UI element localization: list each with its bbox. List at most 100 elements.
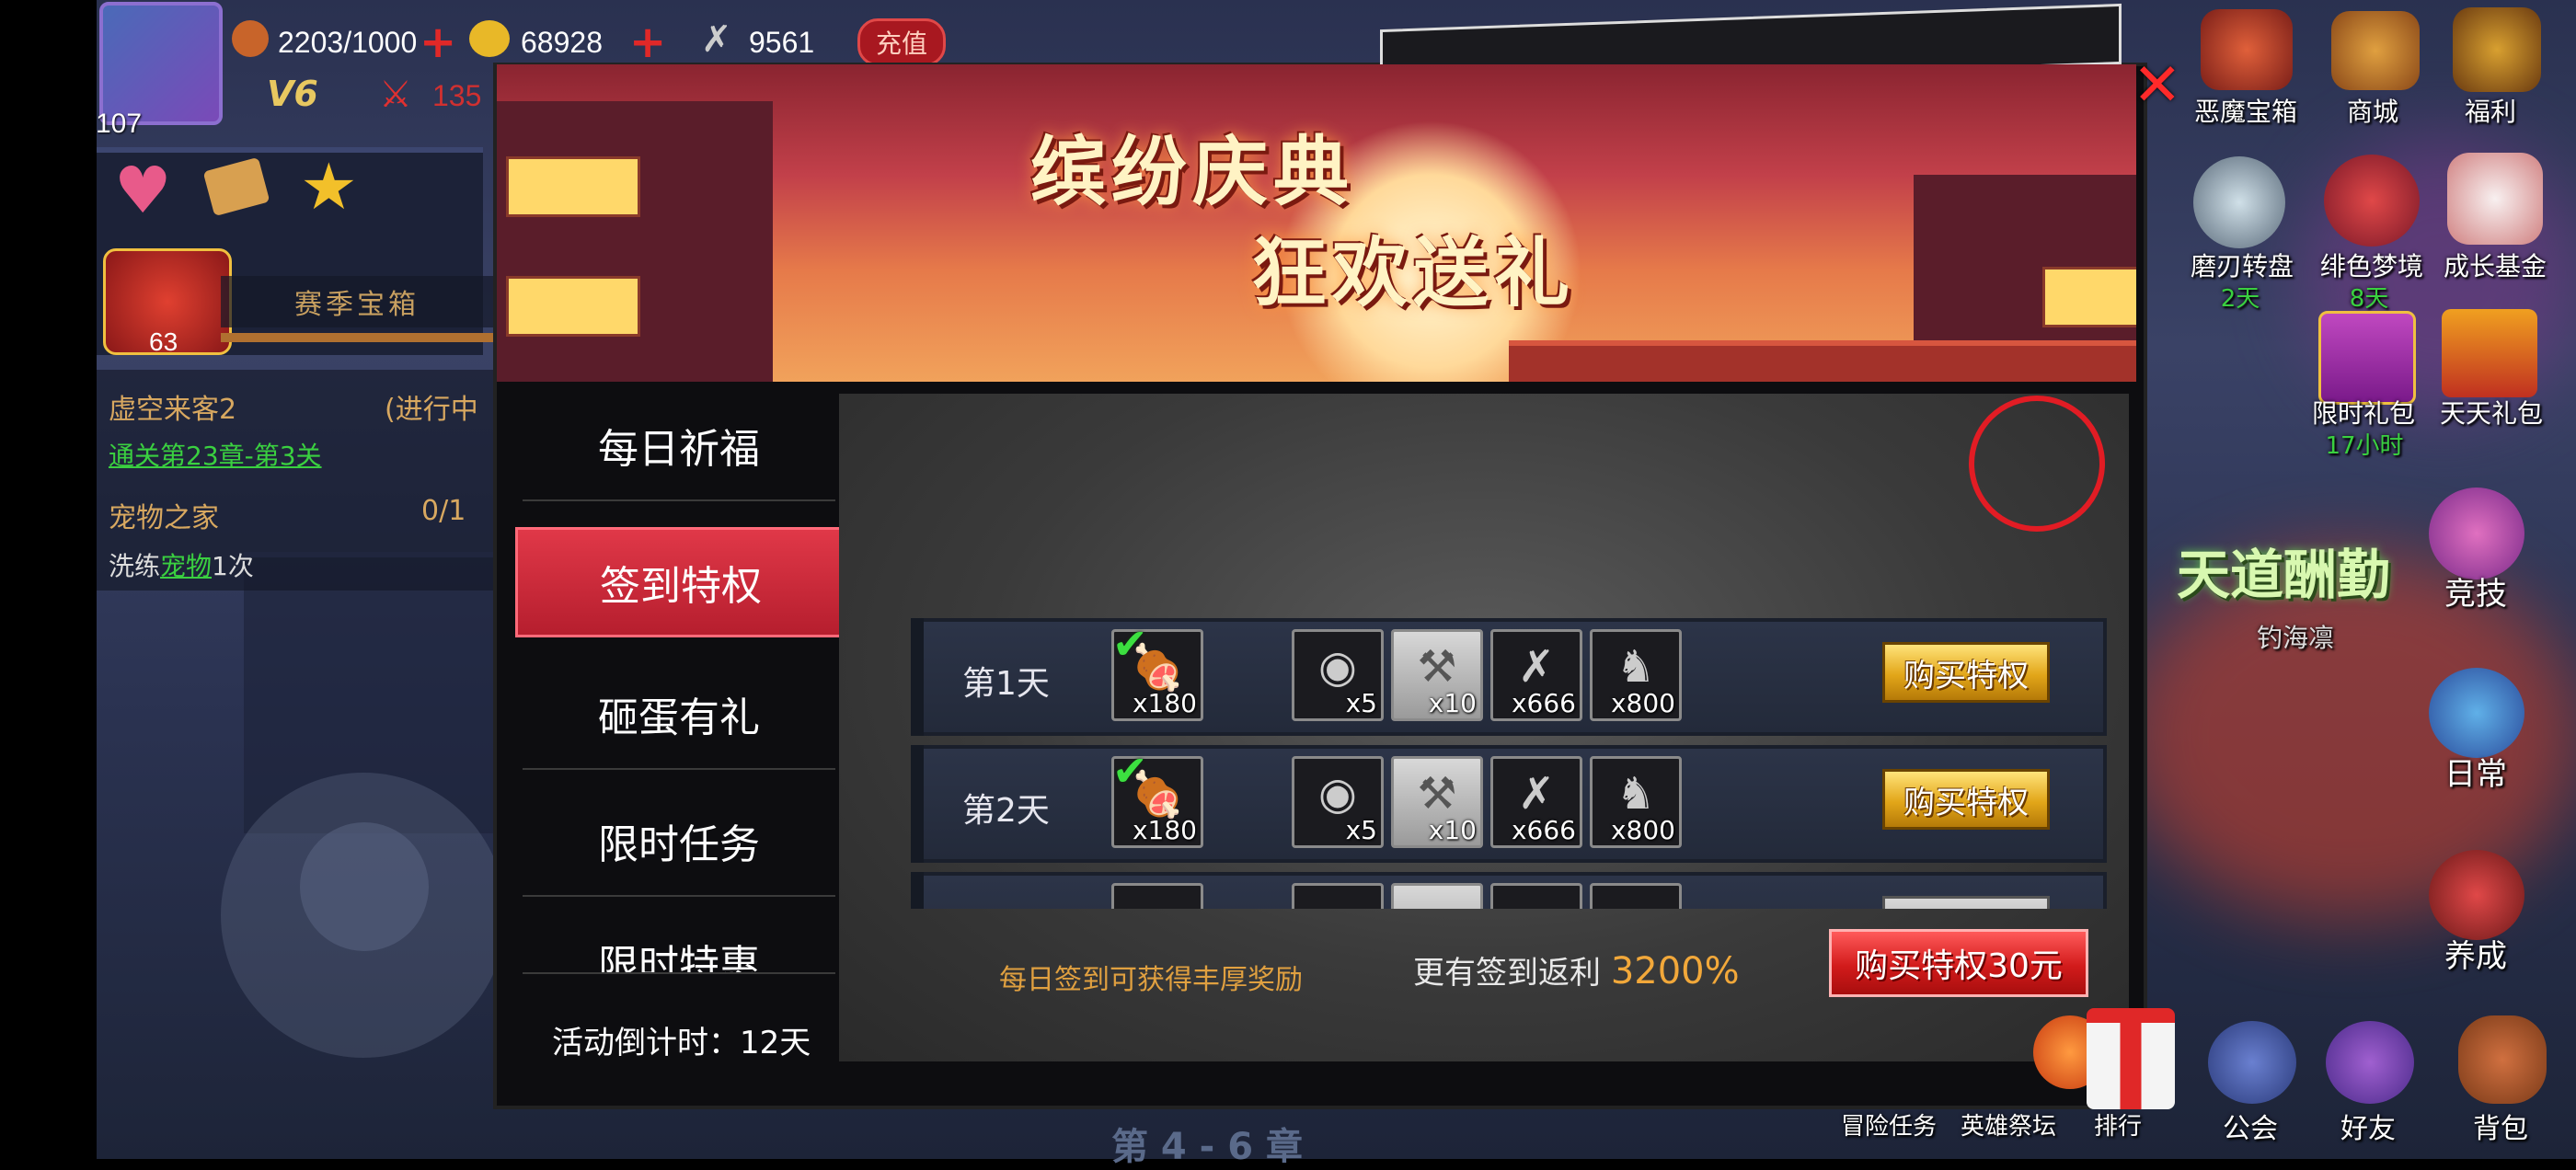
joystick-knob[interactable] <box>300 822 429 951</box>
close-icon[interactable]: ✕ <box>2133 52 2182 120</box>
bone-icon: ✗ <box>1517 768 1556 820</box>
sword-icon: ⚔ <box>379 74 412 116</box>
quest-1-detail[interactable]: 通关第23章-第3关 <box>109 436 322 473</box>
bottom-rank-label[interactable]: 排行 <box>2081 1107 2155 1141</box>
power-value: 135 <box>432 79 482 112</box>
return-percent: 3200% <box>1610 950 1740 992</box>
arena-label[interactable]: 竞技 <box>2434 568 2517 614</box>
event-countdown: 活动倒计时：12天 <box>552 1017 811 1062</box>
coin-icon: ◉ <box>1318 641 1357 693</box>
quest-2-detail-suffix: 1次 <box>212 551 254 581</box>
season-chest-label[interactable]: 赛季宝箱 <box>221 276 493 327</box>
limited-pack-label[interactable]: 限时礼包 <box>2304 394 2423 430</box>
dream-label[interactable]: 绯色梦境 <box>2315 247 2429 283</box>
reward-slot[interactable] <box>1292 883 1384 909</box>
quest-2-status: 0/1 <box>421 495 466 527</box>
reward-count: x10 <box>1428 815 1477 845</box>
quest-2-detail-link[interactable]: 宠物 <box>160 551 212 581</box>
bottom-adventure-label[interactable]: 冒险任务 <box>1831 1107 1947 1141</box>
backpack-icon[interactable] <box>2458 1015 2547 1104</box>
reward-slot[interactable]: ◉ x5 <box>1292 629 1384 721</box>
signin-reward-note: 每日签到可获得丰厚奖励 <box>999 964 1303 996</box>
demon-chest-label[interactable]: 恶魔宝箱 <box>2186 92 2306 129</box>
quest-2-detail[interactable]: 洗练宠物1次 <box>109 546 254 583</box>
reward-slot[interactable]: ✗ x666 <box>1490 756 1582 848</box>
add-stamina-icon[interactable]: + <box>420 17 456 68</box>
reward-count: x666 <box>1511 688 1576 718</box>
vip-badge[interactable]: V6 <box>267 74 318 114</box>
stamina-icon <box>232 20 269 57</box>
growth-fund-label[interactable]: 成长基金 <box>2429 247 2561 283</box>
reward-count: x5 <box>1345 688 1377 718</box>
banner-title-line1: 缤纷庆典 <box>1030 128 1355 216</box>
wheel-label[interactable]: 磨刃转盘 <box>2173 247 2311 283</box>
daily-label[interactable]: 日常 <box>2434 749 2517 794</box>
reward-list[interactable]: 第1天 🍖 x180 ✔ ◉ x5 ⚒ x10 ✗ x666 ♞ x800 购买… <box>911 616 2107 909</box>
menu-signin-privilege[interactable]: 签到特权 <box>515 527 875 637</box>
demon-chest-icon[interactable] <box>2201 9 2293 90</box>
drumstick-icon: ♞ <box>1616 641 1656 693</box>
daily-gift-icon[interactable] <box>2442 309 2537 397</box>
reward-row-day2: 第2天 🍖 x180 ✔ ◉ x5 ⚒ x10 ✗ x666 ♞ x800 购买… <box>911 745 2107 863</box>
nurture-icon[interactable] <box>2429 850 2524 940</box>
reward-slot[interactable]: ⚒ x10 <box>1391 756 1483 848</box>
reward-slot[interactable]: ♞ x800 <box>1590 756 1682 848</box>
guild-icon[interactable] <box>2208 1021 2296 1104</box>
bone-icon: ✗ <box>1517 641 1556 693</box>
drumstick-icon: ♞ <box>1616 768 1656 820</box>
shop-icon[interactable] <box>2331 11 2420 90</box>
reward-slot[interactable]: ♞ x800 <box>1590 629 1682 721</box>
reward-row-partial <box>911 872 2107 909</box>
chapter-label: 第 4 - 6 章 <box>1111 1126 1303 1168</box>
reward-count: x5 <box>1345 815 1377 845</box>
welfare-icon[interactable] <box>2453 7 2541 92</box>
reward-slot[interactable] <box>1111 883 1203 909</box>
buy-privilege-button[interactable]: 购买特权 <box>1882 769 2050 830</box>
player-avatar[interactable] <box>99 2 223 125</box>
add-gold-icon[interactable]: + <box>629 17 666 68</box>
gift-box-icon[interactable] <box>2318 311 2416 405</box>
arena-icon[interactable] <box>2429 488 2524 579</box>
daily-icon[interactable] <box>2429 668 2524 758</box>
gem-value: 9561 <box>749 26 815 59</box>
quest-1-status: (进行中 <box>385 394 478 426</box>
menu-smash-egg[interactable]: 砸蛋有礼 <box>523 660 835 770</box>
nurture-label[interactable]: 养成 <box>2434 931 2517 976</box>
event-banner: 缤纷庆典 狂欢送礼 <box>497 64 2136 382</box>
reward-slot[interactable]: ◉ x5 <box>1292 756 1384 848</box>
stamina-value: 2203/1000 <box>278 26 418 59</box>
reward-slot[interactable]: 🍖 x180 ✔ <box>1111 619 1203 721</box>
buy-privilege-button-disabled[interactable] <box>1882 896 2050 909</box>
recharge-button[interactable]: 充值 <box>857 18 946 66</box>
bottom-friends-label[interactable]: 好友 <box>2331 1106 2405 1146</box>
bottom-altar-label[interactable]: 英雄祭坛 <box>1950 1107 2066 1141</box>
season-chest-count: 63 <box>149 327 178 356</box>
reward-slot[interactable]: ⚒ x10 <box>1391 629 1483 721</box>
buy-privilege-button[interactable]: 购买特权 <box>1882 642 2050 703</box>
lucky-cat-icon[interactable] <box>2447 153 2543 245</box>
welfare-label[interactable]: 福利 <box>2440 92 2541 129</box>
menu-limited-sale[interactable]: 限时特惠 <box>523 906 835 974</box>
dream-icon[interactable] <box>2324 155 2420 247</box>
countdown-label: 活动倒计时： <box>552 1025 740 1061</box>
buy-privilege-30-button[interactable]: 购买特权30元 <box>1829 929 2088 997</box>
reward-slot[interactable]: ✗ x666 <box>1490 629 1582 721</box>
reward-slot[interactable] <box>1590 883 1682 909</box>
friends-icon[interactable] <box>2326 1021 2414 1104</box>
bone-currency-icon: ✗ <box>701 18 732 61</box>
reward-slot[interactable]: 🍖 x180 ✔ <box>1111 746 1203 848</box>
present-icon[interactable] <box>2087 1008 2175 1109</box>
reward-slot[interactable] <box>1490 883 1582 909</box>
bottom-guild-label[interactable]: 公会 <box>2214 1106 2287 1146</box>
reward-banner-text[interactable]: 天道酬勤 <box>2177 532 2390 609</box>
star-icon[interactable]: ★ <box>300 155 358 219</box>
menu-daily-blessing[interactable]: 每日祈福 <box>523 391 835 501</box>
wheel-icon[interactable] <box>2193 156 2285 248</box>
reward-slot[interactable] <box>1391 883 1483 909</box>
bottom-bag-label[interactable]: 背包 <box>2462 1106 2539 1146</box>
menu-limited-task[interactable]: 限时任务 <box>523 786 835 897</box>
daily-gift-label[interactable]: 天天礼包 <box>2429 394 2554 430</box>
shop-label[interactable]: 商城 <box>2322 92 2423 129</box>
reward-count: x180 <box>1132 815 1197 845</box>
heart-icon[interactable]: ♥ <box>114 158 172 223</box>
